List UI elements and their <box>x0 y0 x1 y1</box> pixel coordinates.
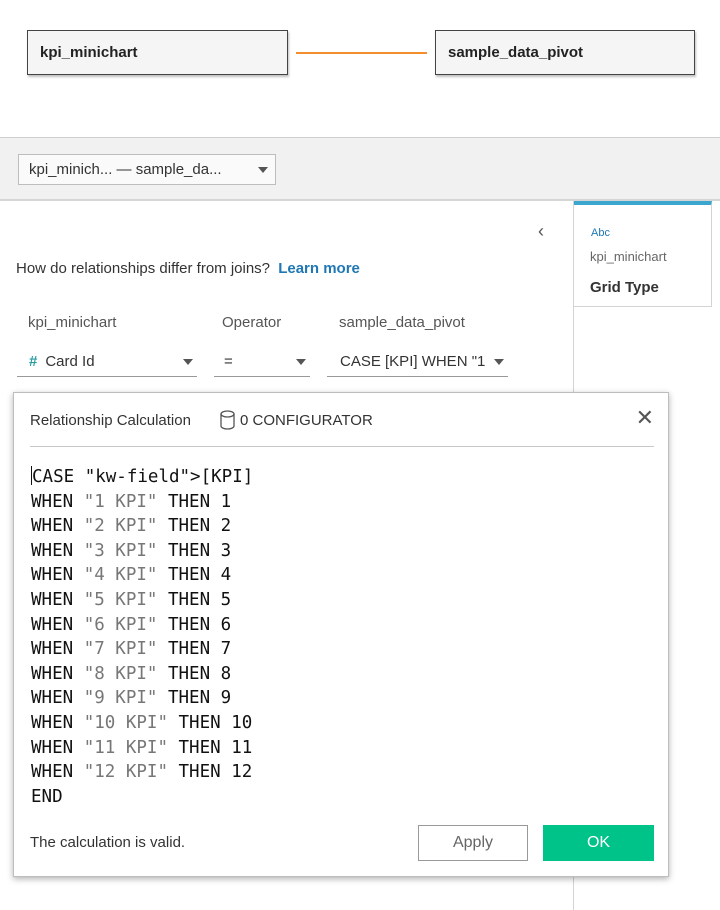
right-table-header: sample_data_pivot <box>339 314 465 331</box>
left-field-dropdown[interactable]: # Card Id <box>17 348 197 377</box>
dialog-title: Relationship Calculation <box>30 412 191 429</box>
chevron-down-icon <box>296 359 306 365</box>
code-line: WHEN "6 KPI" THEN 6 <box>31 614 232 635</box>
code-line: WHEN "2 KPI" THEN 2 <box>31 516 232 537</box>
code-line: WHEN "4 KPI" THEN 4 <box>31 565 232 586</box>
right-field-dropdown[interactable]: CASE [KPI] WHEN "1 <box>327 348 508 377</box>
code-line: WHEN "10 KPI" THEN 10 <box>31 712 253 733</box>
left-table-header: kpi_minichart <box>28 314 117 331</box>
learn-more-link[interactable]: Learn more <box>278 260 360 277</box>
left-field-value: Card Id <box>45 353 95 370</box>
string-type-icon: Abc <box>591 227 610 239</box>
right-field-value: CASE [KPI] WHEN "1 <box>340 353 486 370</box>
divider <box>30 446 654 447</box>
code-line: WHEN "9 KPI" THEN 9 <box>31 688 232 709</box>
field-name: Grid Type <box>590 279 659 296</box>
apply-button[interactable]: Apply <box>418 825 528 861</box>
relationship-calculation-dialog: Relationship Calculation 0 CONFIGURATOR … <box>13 392 669 877</box>
relationship-selector-label: kpi_minich... — sample_da... <box>29 161 222 178</box>
code-line: CASE "kw-field">[KPI] <box>31 466 254 487</box>
table-kpi-minichart[interactable]: kpi_minichart <box>27 30 288 75</box>
relationship-toolbar: kpi_minich... — sample_da... <box>0 137 720 201</box>
code-line: WHEN "1 KPI" THEN 1 <box>31 491 232 512</box>
collapse-chevron-left-icon[interactable]: ‹ <box>538 221 544 242</box>
chevron-down-icon <box>183 359 193 365</box>
operator-value: = <box>224 353 233 370</box>
database-icon <box>220 410 235 430</box>
datasource-name: 0 CONFIGURATOR <box>240 412 373 429</box>
help-text: How do relationships differ from joins? <box>16 260 271 277</box>
operator-dropdown[interactable]: = <box>214 348 310 377</box>
chevron-down-icon <box>494 359 504 365</box>
validation-status: The calculation is valid. <box>30 834 186 851</box>
code-line: WHEN "12 KPI" THEN 12 <box>31 762 253 783</box>
field-table-name: kpi_minichart <box>590 249 667 264</box>
ok-button[interactable]: OK <box>543 825 654 861</box>
close-icon[interactable]: ✕ <box>636 407 654 429</box>
relationship-help: How do relationships differ from joins? … <box>16 260 360 277</box>
operator-header: Operator <box>222 314 282 331</box>
table-sample-data-pivot[interactable]: sample_data_pivot <box>435 30 695 75</box>
number-field-icon: # <box>29 353 38 370</box>
chevron-down-icon <box>258 167 268 173</box>
code-line: END <box>31 786 63 807</box>
calculation-editor[interactable]: CASE "kw-field">[KPI] WHEN "1 KPI" THEN 1… <box>31 465 651 810</box>
relationship-canvas: kpi_minichart sample_data_pivot <box>0 0 720 137</box>
field-card-grid-type[interactable]: Abc kpi_minichart Grid Type <box>574 201 712 307</box>
code-line: WHEN "3 KPI" THEN 3 <box>31 540 232 561</box>
code-line: WHEN "7 KPI" THEN 7 <box>31 639 232 660</box>
code-line: WHEN "11 KPI" THEN 11 <box>31 737 253 758</box>
relationship-line[interactable] <box>296 52 427 54</box>
code-line: WHEN "8 KPI" THEN 8 <box>31 663 232 684</box>
relationship-selector[interactable]: kpi_minich... — sample_da... <box>18 154 276 185</box>
code-line: WHEN "5 KPI" THEN 5 <box>31 589 232 610</box>
